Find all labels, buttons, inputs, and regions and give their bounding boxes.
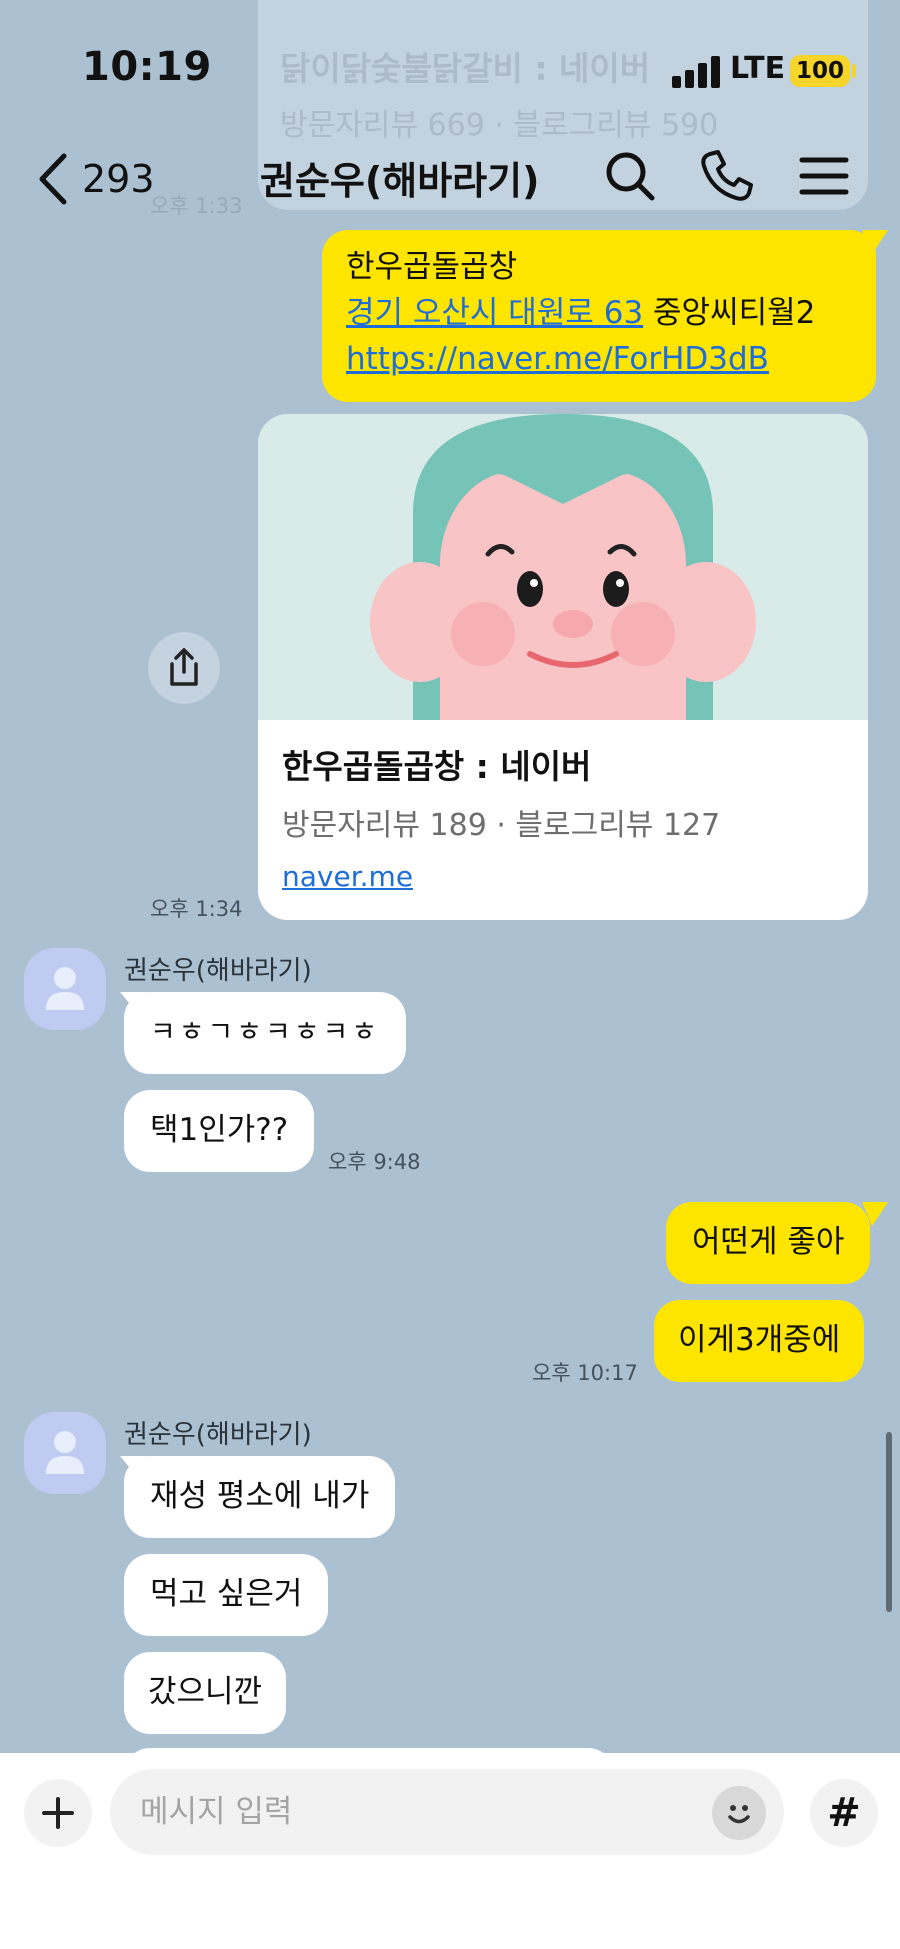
plus-icon [42, 1797, 74, 1829]
message-input[interactable] [110, 1769, 784, 1855]
call-button[interactable] [696, 146, 756, 206]
character-illustration [258, 414, 868, 720]
their-message-bubble[interactable]: ㅋㅎㄱㅎㅋㅎㅋㅎ [124, 992, 407, 1074]
url-link[interactable]: https://naver.me/ForHD3dB [346, 341, 769, 377]
battery-icon: 100 [790, 55, 850, 87]
hamburger-menu-icon [799, 157, 849, 195]
timestamp: 오후 10:17 [532, 1361, 638, 1385]
their-message-bubble[interactable]: 재성 평소에 내가 [124, 1456, 396, 1538]
battery-tip [852, 64, 856, 78]
search-icon [606, 152, 655, 201]
timestamp: 오후 9:48 [328, 1150, 421, 1174]
link-preview-card[interactable]: 한우곱돌곱창 : 네이버 방문자리뷰 189 · 블로그리뷰 127 naver… [258, 414, 868, 920]
timestamp: 오후 1:34 [150, 897, 243, 921]
back-button[interactable]: 293 [36, 144, 155, 214]
status-time: 10:19 [82, 44, 212, 90]
my-message-bubble[interactable]: 한우곱돌곱창 경기 오산시 대원로 63 중앙씨티월2 https://nave… [322, 230, 876, 402]
chat-title: 권순우(해바라기) [260, 159, 540, 203]
address-link[interactable]: 경기 오산시 대원로 63 [346, 295, 643, 331]
emoticon-icon [728, 1805, 750, 1824]
status-bar: 10:19 LTE 100 [0, 0, 900, 130]
search-button[interactable] [600, 146, 660, 206]
default-profile-icon [46, 1431, 84, 1474]
chevron-left-icon [39, 153, 67, 205]
share-icon [170, 648, 198, 686]
share-button[interactable] [148, 632, 220, 704]
my-message-bubble[interactable]: 어떤게 좋아 [666, 1202, 871, 1284]
avatar[interactable] [24, 948, 106, 1030]
their-message-bubble[interactable]: 택1인가?? [124, 1090, 315, 1172]
address-detail: 중앙씨티월2 [643, 295, 816, 331]
their-message-bubble[interactable]: 먹고 싶은거 [124, 1554, 329, 1636]
scrollbar[interactable] [886, 1432, 892, 1612]
emoji-button[interactable] [712, 1786, 766, 1840]
place-name: 한우곱돌곱창 [346, 249, 518, 285]
card-link[interactable]: naver.me [282, 860, 413, 893]
card-thumbnail [258, 414, 868, 720]
sender-name: 권순우(해바라기) [124, 1420, 312, 1450]
card-title: 한우곱돌곱창 : 네이버 [282, 747, 592, 786]
chat-header: 293 권순우(해바라기) [0, 130, 900, 230]
sender-name: 권순우(해바라기) [124, 956, 312, 986]
bubble-tail [862, 230, 888, 254]
card-subtitle: 방문자리뷰 189 · 블로그리뷰 127 [282, 808, 721, 843]
message-input-bar: # [0, 1753, 900, 1949]
network-label: LTE [730, 51, 786, 86]
my-message-bubble[interactable]: 이게3개중에 [654, 1300, 865, 1382]
default-profile-icon [46, 967, 84, 1010]
signal-icon [672, 56, 724, 88]
menu-button[interactable] [794, 146, 854, 206]
unread-count: 293 [82, 157, 155, 201]
avatar[interactable] [24, 1412, 106, 1494]
hashtag-button[interactable]: # [810, 1779, 878, 1847]
attach-button[interactable] [24, 1779, 92, 1847]
their-message-bubble[interactable]: 갔으니깐 [124, 1652, 287, 1734]
phone-icon [701, 150, 753, 201]
